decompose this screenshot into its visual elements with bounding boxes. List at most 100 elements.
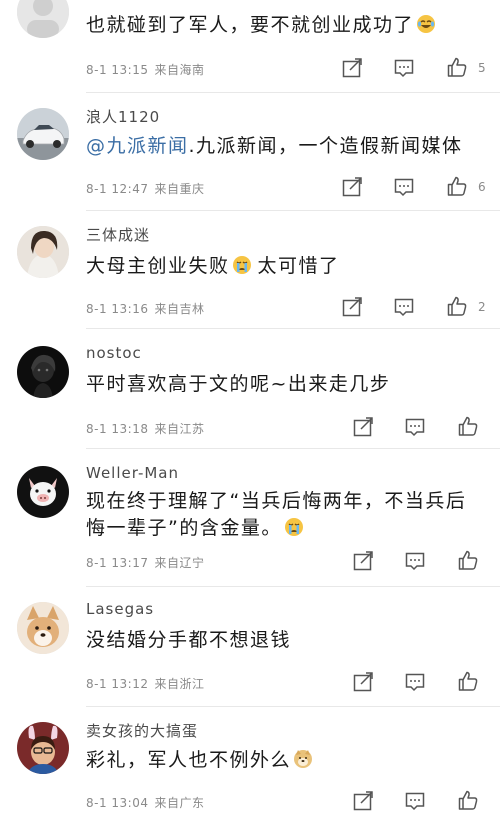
like-button[interactable] [457,549,479,571]
share-button[interactable] [341,176,363,198]
username[interactable]: 卖女孩的大搞蛋 [86,720,198,741]
laugh-cry-emoji-icon [416,14,436,34]
comment-text-line-2: 悔一辈子”的含金量。 [86,517,282,539]
doge-emoji-icon [293,749,313,769]
reply-button[interactable] [393,176,415,198]
thumbs-up-icon [457,549,479,571]
share-icon [352,671,374,693]
thumbs-up-icon [457,415,479,437]
comment-icon [404,550,426,572]
thumbs-up-icon [457,670,479,692]
reply-button[interactable] [404,671,426,693]
like-button[interactable] [446,175,468,197]
comment-text: 也就碰到了军人，要不就创业成功了 [86,12,486,39]
like-button[interactable] [446,295,468,317]
divider [86,92,500,93]
share-icon [352,550,374,572]
comment-text: 没结婚分手都不想退钱 [86,627,486,654]
avatar[interactable] [17,108,69,160]
timestamp: 8-1 12:47 [86,182,149,196]
crying-emoji-icon [284,517,304,537]
comment-text: @九派新闻.九派新闻，一个造假新闻媒体 [86,133,486,160]
location: 来自辽宁 [154,556,205,570]
comment-icon [404,671,426,693]
reply-button[interactable] [393,296,415,318]
like-count: 6 [478,180,486,194]
divider [86,210,500,211]
comment-meta: 8-1 13:17 来自辽宁 [86,554,205,571]
share-icon [341,57,363,79]
timestamp: 8-1 13:04 [86,796,149,810]
reply-button[interactable] [393,57,415,79]
location: 来自吉林 [154,302,205,316]
comment-text-content: 也就碰到了军人，要不就创业成功了 [86,14,415,36]
username[interactable]: 三体成迷 [86,224,150,245]
location: 来自广东 [154,796,205,810]
comment-meta: 8-1 13:04 来自广东 [86,794,205,811]
divider [86,706,500,707]
share-button[interactable] [352,790,374,812]
timestamp: 8-1 13:18 [86,422,149,436]
crying-emoji-icon [232,255,252,275]
like-button[interactable] [457,670,479,692]
comment-meta: 8-1 13:16 来自吉林 [86,300,205,317]
comment-icon [393,296,415,318]
share-button[interactable] [341,296,363,318]
share-icon [341,176,363,198]
share-button[interactable] [352,416,374,438]
like-button[interactable] [446,56,468,78]
comment-text: 平时喜欢高于文的呢~出来走几步 [86,371,486,398]
comment-icon [404,790,426,812]
divider [86,328,500,329]
like-count: 5 [478,61,486,75]
share-button[interactable] [341,57,363,79]
thumbs-up-icon [446,56,468,78]
comment-meta: 8-1 13:12 来自浙江 [86,675,205,692]
comment-meta: 8-1 13:18 来自江苏 [86,420,205,437]
comment-text-content: 彩礼，军人也不例外么 [86,749,292,771]
username[interactable]: nostoc [86,344,142,362]
comment-text: 现在终于理解了“当兵后悔两年，不当兵后 悔一辈子”的含金量。 [86,488,486,542]
comment-text-content: 大母主创业失败 [86,255,230,277]
username[interactable]: Weller-Man [86,464,179,482]
location: 来自海南 [154,63,205,77]
comment-meta: 8-1 13:15 来自海南 [86,61,205,78]
location: 来自江苏 [154,422,205,436]
username[interactable]: Lasegas [86,600,154,618]
comment-text-content: 没结婚分手都不想退钱 [86,629,292,651]
share-icon [352,790,374,812]
avatar[interactable] [17,226,69,278]
location: 来自浙江 [154,677,205,691]
comment-text: 大母主创业失败 太可惜了 [86,253,486,280]
comment-text: 彩礼，军人也不例外么 [86,747,486,774]
timestamp: 8-1 13:17 [86,556,149,570]
reply-button[interactable] [404,550,426,572]
reply-button[interactable] [404,416,426,438]
avatar[interactable] [17,466,69,518]
share-button[interactable] [352,671,374,693]
comment-text-content-after: 太可惜了 [257,255,340,277]
divider [86,586,500,587]
like-button[interactable] [457,789,479,811]
thumbs-up-icon [446,295,468,317]
avatar[interactable] [17,346,69,398]
like-button[interactable] [457,415,479,437]
comment-text-line-1: 现在终于理解了“当兵后悔两年，不当兵后 [86,490,467,512]
comment-text-content: 平时喜欢高于文的呢~出来走几步 [86,373,391,395]
share-button[interactable] [352,550,374,572]
location: 来自重庆 [154,182,205,196]
comment-icon [404,416,426,438]
timestamp: 8-1 13:12 [86,677,149,691]
avatar[interactable] [17,602,69,654]
timestamp: 8-1 13:15 [86,63,149,77]
share-icon [341,296,363,318]
username[interactable]: 浪人1120 [86,106,160,127]
reply-button[interactable] [404,790,426,812]
avatar[interactable] [17,722,69,774]
comment-list: 也就碰到了军人，要不就创业成功了 8-1 13:15 来自海南 5 浪人1120 … [0,0,500,820]
mention-link[interactable]: @九派新闻 [86,135,189,157]
comment-meta: 8-1 12:47 来自重庆 [86,180,205,197]
avatar[interactable] [17,0,69,38]
comment-icon [393,57,415,79]
timestamp: 8-1 13:16 [86,302,149,316]
